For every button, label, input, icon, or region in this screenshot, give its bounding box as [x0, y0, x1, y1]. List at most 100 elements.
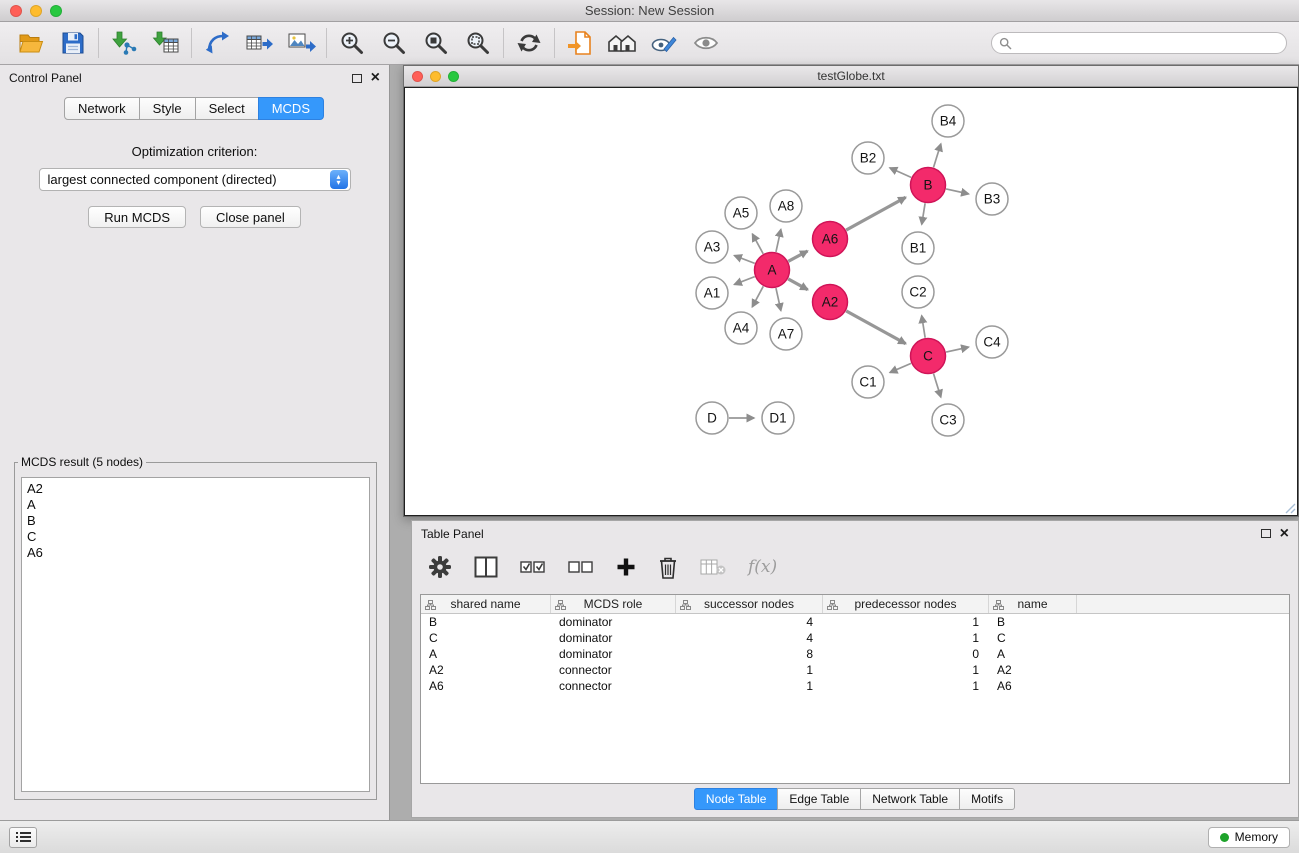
node-A4[interactable]: A4: [725, 312, 757, 344]
tab-network-table[interactable]: Network Table: [860, 788, 960, 810]
float-panel-icon[interactable]: [352, 74, 362, 83]
cell-successor-nodes[interactable]: 1: [676, 679, 823, 693]
import-network-icon[interactable]: [103, 25, 145, 61]
cell-predecessor-nodes[interactable]: 1: [823, 663, 989, 677]
cell-MCDS-role[interactable]: connector: [551, 679, 676, 693]
table-row[interactable]: A2connector11A2: [421, 662, 1289, 678]
zoom-selected-icon[interactable]: [457, 25, 499, 61]
column-header-shared-name[interactable]: shared name: [421, 595, 551, 613]
node-B4[interactable]: B4: [932, 105, 964, 137]
tab-motifs[interactable]: Motifs: [959, 788, 1015, 810]
edge-A-A5[interactable]: [752, 234, 763, 254]
resize-corner-icon[interactable]: [1284, 502, 1296, 514]
cell-name[interactable]: C: [989, 631, 1077, 645]
table-row[interactable]: Bdominator41B: [421, 614, 1289, 630]
edge-A-A8[interactable]: [776, 229, 781, 251]
cell-MCDS-role[interactable]: dominator: [551, 647, 676, 661]
column-header-predecessor-nodes[interactable]: predecessor nodes: [823, 595, 989, 613]
node-C4[interactable]: C4: [976, 326, 1008, 358]
node-B1[interactable]: B1: [902, 232, 934, 264]
node-B[interactable]: B: [911, 168, 946, 203]
edge-B-B3[interactable]: [946, 189, 968, 194]
node-A1[interactable]: A1: [696, 277, 728, 309]
search-input[interactable]: [991, 32, 1287, 54]
node-A2[interactable]: A2: [813, 285, 848, 320]
cell-predecessor-nodes[interactable]: 1: [823, 679, 989, 693]
deselect-all-icon[interactable]: [568, 559, 594, 575]
select-all-icon[interactable]: [520, 559, 546, 575]
close-window-icon[interactable]: [10, 5, 22, 17]
node-D[interactable]: D: [696, 402, 728, 434]
export-network-icon[interactable]: [196, 25, 238, 61]
node-C2[interactable]: C2: [902, 276, 934, 308]
cell-name[interactable]: B: [989, 615, 1077, 629]
export-table-icon[interactable]: [238, 25, 280, 61]
settings-gear-icon[interactable]: [428, 555, 452, 579]
delete-table-icon[interactable]: [700, 557, 726, 577]
cell-shared-name[interactable]: A2: [421, 663, 551, 677]
graphics-details-icon[interactable]: [643, 25, 685, 61]
cell-MCDS-role[interactable]: dominator: [551, 615, 676, 629]
function-builder-icon[interactable]: f(x): [748, 557, 777, 577]
node-D1[interactable]: D1: [762, 402, 794, 434]
table-row[interactable]: Cdominator41C: [421, 630, 1289, 646]
node-A[interactable]: A: [755, 253, 790, 288]
mcds-result-list[interactable]: A2ABCA6: [21, 477, 370, 792]
tab-style[interactable]: Style: [139, 97, 196, 120]
edge-C-C2[interactable]: [922, 316, 925, 338]
node-C[interactable]: C: [911, 339, 946, 374]
cell-shared-name[interactable]: B: [421, 615, 551, 629]
criterion-dropdown[interactable]: largest connected component (directed) ▴…: [39, 168, 351, 191]
table-row[interactable]: Adominator80A: [421, 646, 1289, 662]
save-session-icon[interactable]: [52, 25, 94, 61]
cell-successor-nodes[interactable]: 8: [676, 647, 823, 661]
edge-A-A7[interactable]: [776, 288, 781, 310]
node-B3[interactable]: B3: [976, 183, 1008, 215]
network-overview-icon[interactable]: [601, 25, 643, 61]
close-panel-button[interactable]: Close panel: [200, 206, 301, 228]
cell-MCDS-role[interactable]: dominator: [551, 631, 676, 645]
cell-predecessor-nodes[interactable]: 1: [823, 631, 989, 645]
task-history-icon[interactable]: [9, 827, 37, 848]
column-header-successor-nodes[interactable]: successor nodes: [676, 595, 823, 613]
zoom-out-icon[interactable]: [373, 25, 415, 61]
node-C1[interactable]: C1: [852, 366, 884, 398]
document-export-icon[interactable]: [559, 25, 601, 61]
cell-successor-nodes[interactable]: 4: [676, 631, 823, 645]
node-C3[interactable]: C3: [932, 404, 964, 436]
export-image-icon[interactable]: [280, 25, 322, 61]
cell-predecessor-nodes[interactable]: 1: [823, 615, 989, 629]
cell-successor-nodes[interactable]: 4: [676, 615, 823, 629]
edge-A-A1[interactable]: [734, 277, 754, 285]
network-graph[interactable]: B4B2BB3A5A8A6B1A3AC2A1A2A4A7CC4C1C3DD1: [405, 88, 1298, 516]
tab-edge-table[interactable]: Edge Table: [777, 788, 861, 810]
run-mcds-button[interactable]: Run MCDS: [88, 206, 186, 228]
node-A8[interactable]: A8: [770, 190, 802, 222]
import-table-icon[interactable]: [145, 25, 187, 61]
edge-B-B1[interactable]: [922, 203, 925, 224]
edge-C-C3[interactable]: [934, 374, 941, 397]
cell-shared-name[interactable]: C: [421, 631, 551, 645]
edge-A-A2[interactable]: [788, 279, 807, 290]
edge-C-C4[interactable]: [946, 347, 968, 352]
zoom-network-icon[interactable]: [448, 71, 459, 82]
column-header-MCDS-role[interactable]: MCDS role: [551, 595, 676, 613]
float-table-panel-icon[interactable]: [1261, 529, 1271, 538]
cell-name[interactable]: A2: [989, 663, 1077, 677]
minimize-network-icon[interactable]: [430, 71, 441, 82]
tab-mcds[interactable]: MCDS: [258, 97, 324, 120]
column-header-name[interactable]: name: [989, 595, 1077, 613]
close-network-icon[interactable]: [412, 71, 423, 82]
open-file-icon[interactable]: [10, 25, 52, 61]
edge-A-A4[interactable]: [752, 286, 763, 307]
memory-button[interactable]: Memory: [1208, 827, 1290, 848]
network-window-titlebar[interactable]: testGlobe.txt: [404, 66, 1298, 87]
node-A3[interactable]: A3: [696, 231, 728, 263]
edge-A6-B[interactable]: [846, 197, 905, 230]
cell-shared-name[interactable]: A6: [421, 679, 551, 693]
minimize-window-icon[interactable]: [30, 5, 42, 17]
edge-A-A6[interactable]: [788, 251, 807, 261]
show-columns-icon[interactable]: [474, 556, 498, 578]
tab-node-table[interactable]: Node Table: [694, 788, 779, 810]
close-panel-icon[interactable]: ×: [371, 72, 380, 84]
